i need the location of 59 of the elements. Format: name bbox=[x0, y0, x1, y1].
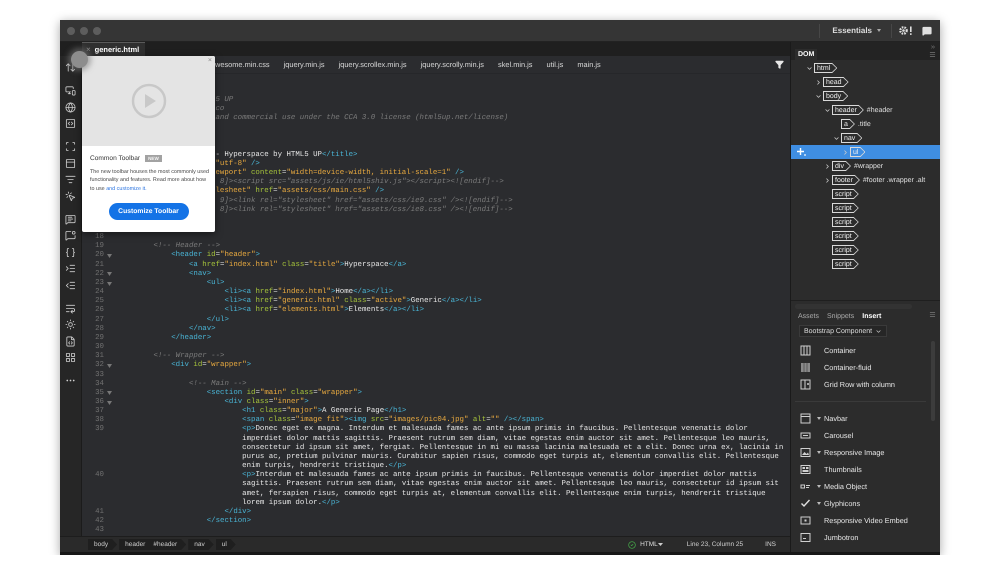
navbar-icon bbox=[800, 413, 811, 424]
fold-caret-icon[interactable] bbox=[106, 364, 112, 368]
chevron-down-icon[interactable] bbox=[832, 134, 840, 142]
panel-icon[interactable] bbox=[65, 158, 76, 168]
minimize-window-dot[interactable] bbox=[80, 26, 88, 34]
globe-icon[interactable] bbox=[65, 102, 76, 112]
filter-icon[interactable] bbox=[775, 60, 784, 69]
columns-icon bbox=[800, 345, 811, 356]
thumbnails-icon bbox=[800, 464, 811, 475]
panel-menu-icon[interactable] bbox=[929, 51, 936, 58]
chat-icon[interactable] bbox=[922, 26, 932, 36]
wrap-text-icon[interactable] bbox=[65, 302, 76, 314]
code-view-icon[interactable] bbox=[65, 118, 76, 129]
panel-menu-icon[interactable] bbox=[929, 311, 936, 318]
fold-caret-icon[interactable] bbox=[106, 400, 112, 405]
chevron-right-icon[interactable] bbox=[824, 176, 830, 184]
chevron-down-icon[interactable] bbox=[875, 328, 882, 334]
chevron-down-icon[interactable] bbox=[824, 106, 830, 114]
maximize-window-dot[interactable] bbox=[93, 26, 101, 34]
comment-icon[interactable] bbox=[65, 214, 76, 224]
fluid-grid-icon bbox=[800, 362, 811, 373]
devices-icon[interactable] bbox=[65, 85, 76, 96]
jumbotron-icon bbox=[800, 532, 811, 543]
add-icon[interactable] bbox=[797, 148, 806, 156]
settings-alert-icon[interactable] bbox=[898, 25, 914, 36]
sun-icon[interactable] bbox=[65, 319, 76, 330]
caret-icon[interactable] bbox=[877, 29, 881, 32]
caret-icon[interactable] bbox=[658, 543, 663, 546]
chevron-right-icon[interactable] bbox=[814, 78, 822, 86]
video-icon bbox=[800, 515, 811, 526]
braces-icon[interactable] bbox=[65, 246, 76, 258]
check-icon bbox=[800, 498, 811, 509]
valid-check-icon bbox=[628, 540, 636, 548]
close-window-dot[interactable] bbox=[67, 26, 75, 34]
fold-caret-icon[interactable] bbox=[106, 272, 112, 276]
workspace-dropdown[interactable]: Essentials bbox=[819, 24, 892, 38]
pointer-icon[interactable] bbox=[65, 190, 76, 202]
image-icon bbox=[800, 447, 811, 458]
grid-row-icon bbox=[800, 379, 811, 390]
fold-caret-icon[interactable] bbox=[106, 254, 112, 258]
grid-icon[interactable] bbox=[65, 352, 76, 363]
expand-caret-icon[interactable] bbox=[817, 485, 821, 488]
arrows-icon[interactable] bbox=[65, 62, 76, 73]
outdent-icon[interactable] bbox=[65, 280, 76, 290]
carousel-icon bbox=[800, 430, 811, 441]
indent-icon[interactable] bbox=[65, 263, 76, 274]
file-code-icon[interactable] bbox=[65, 336, 76, 346]
expand-icon[interactable] bbox=[65, 141, 76, 152]
chevron-down-icon[interactable] bbox=[806, 64, 812, 72]
expand-caret-icon[interactable] bbox=[817, 502, 821, 505]
fold-caret-icon[interactable] bbox=[106, 391, 112, 396]
collapse-panel-icon[interactable] bbox=[930, 44, 936, 50]
expand-caret-icon[interactable] bbox=[817, 451, 821, 454]
chevron-down-icon[interactable] bbox=[814, 92, 822, 100]
expand-caret-icon[interactable] bbox=[817, 417, 821, 420]
filter-icon[interactable] bbox=[65, 174, 76, 185]
message-icon[interactable] bbox=[65, 230, 76, 241]
fold-caret-icon[interactable] bbox=[106, 282, 112, 286]
chevron-right-icon[interactable] bbox=[824, 162, 830, 170]
